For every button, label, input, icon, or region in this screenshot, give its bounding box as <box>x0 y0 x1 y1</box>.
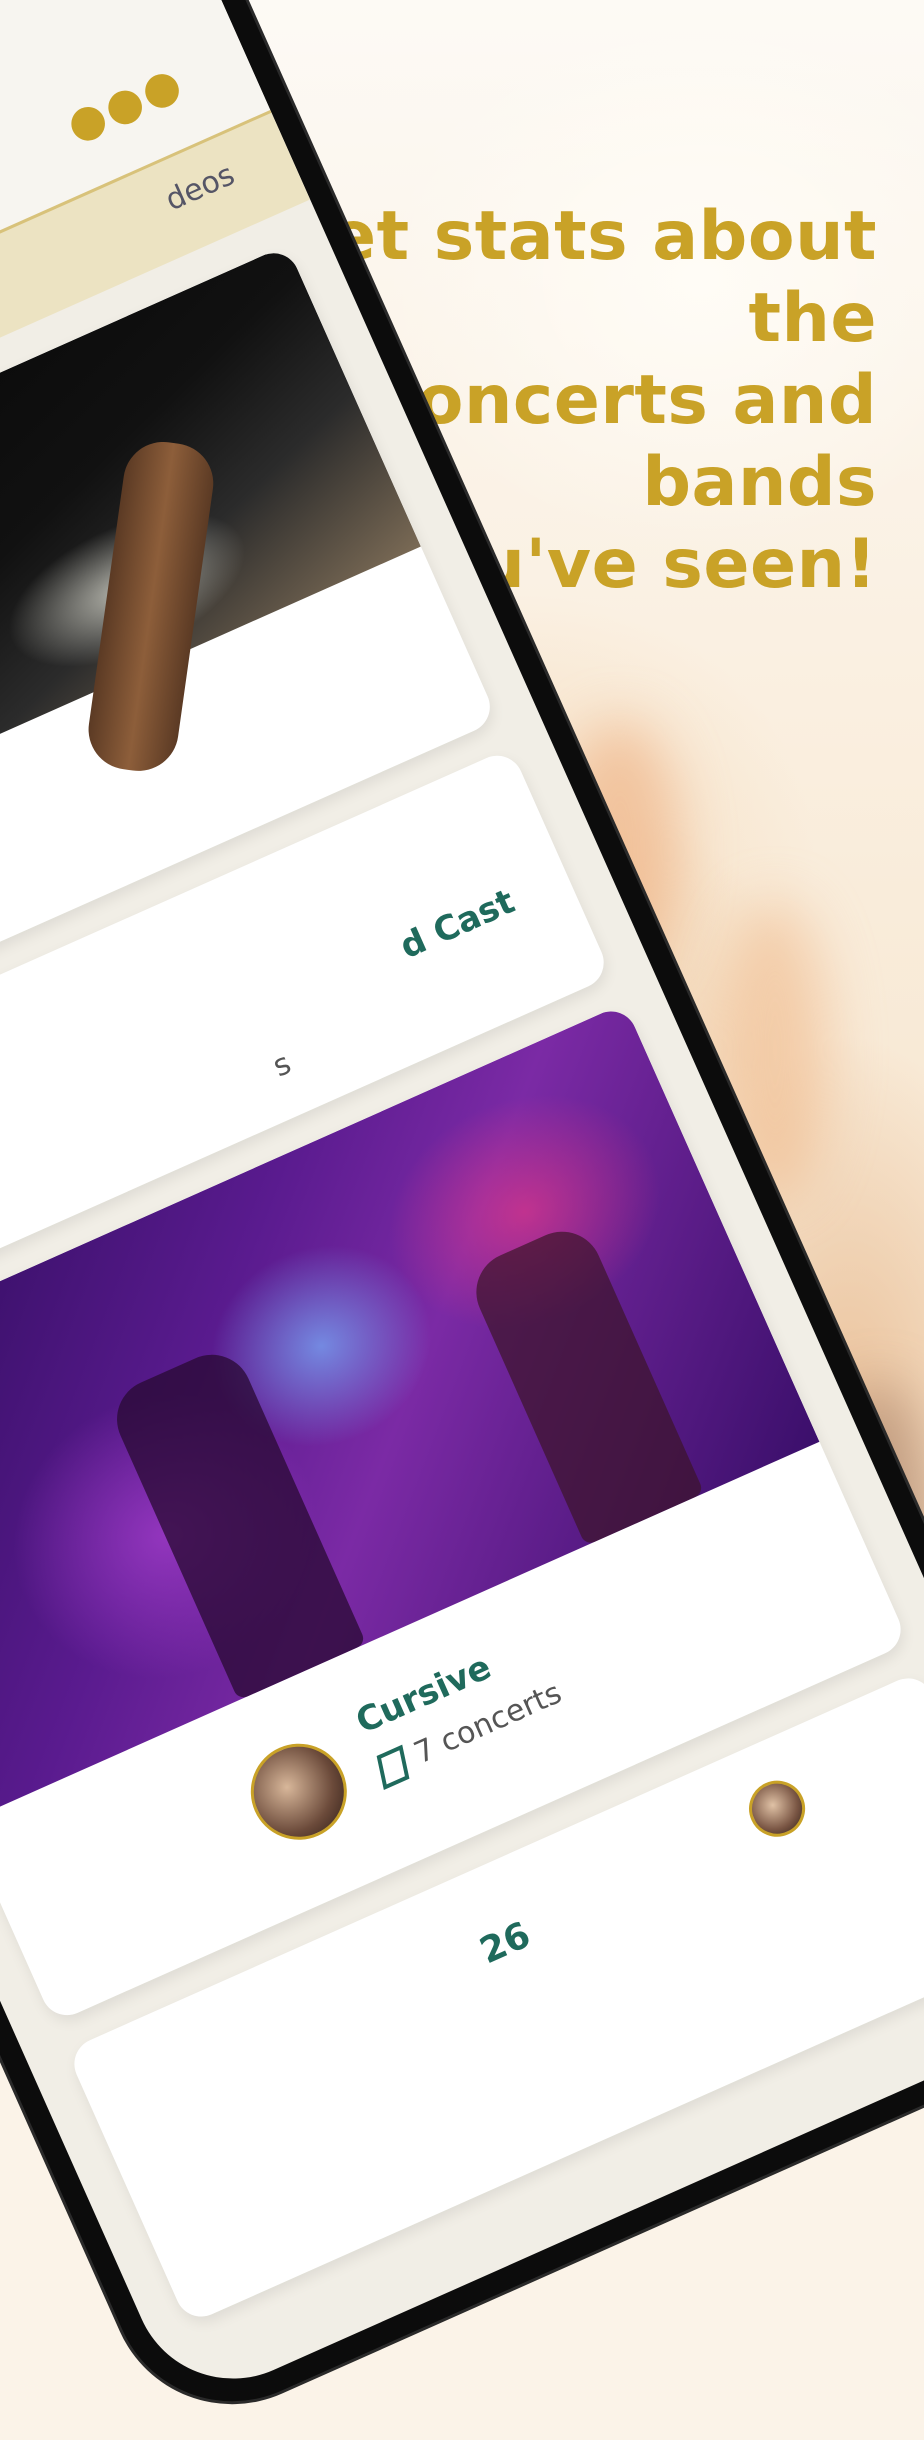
stats-number: 26 <box>474 1914 537 1973</box>
band-avatar <box>235 1728 363 1856</box>
performer-figure <box>463 1218 705 1546</box>
guitar-neck-shape <box>83 436 219 777</box>
ticket-icon <box>376 1744 410 1790</box>
user-avatar <box>740 1771 815 1846</box>
performer-figure <box>104 1341 367 1701</box>
band-name: d Cast <box>394 881 521 968</box>
more-dots-icon[interactable]: ●●● <box>59 56 190 152</box>
band-meta: s <box>267 1046 297 1085</box>
tab-videos[interactable]: deos <box>160 157 240 218</box>
